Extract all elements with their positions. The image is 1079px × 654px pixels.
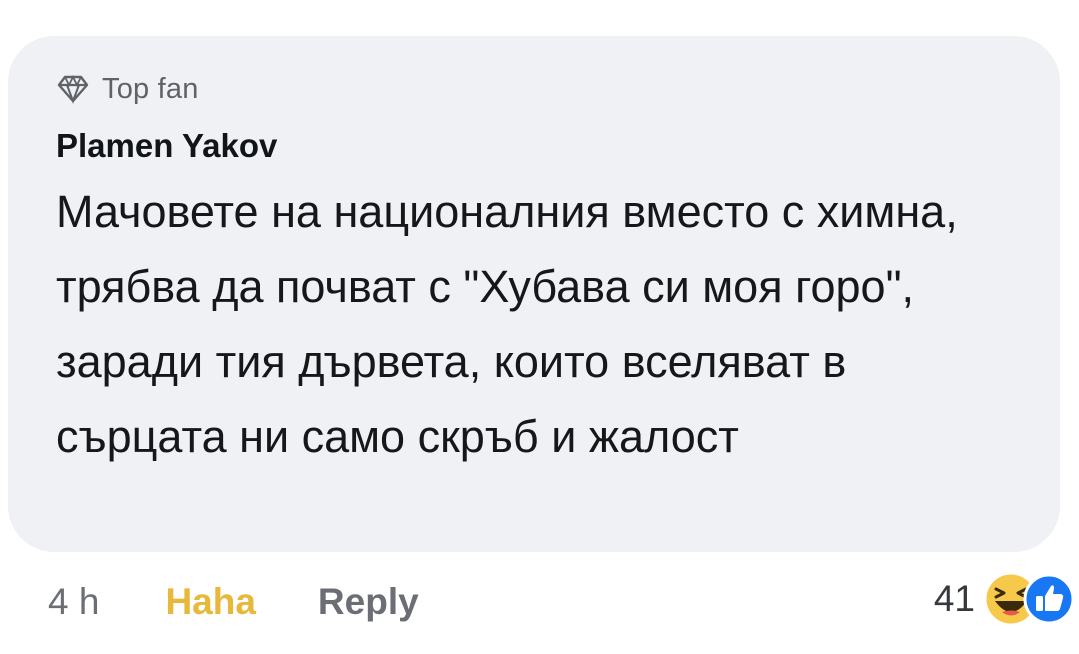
comment-actions: 4 h Haha Reply <box>48 574 419 630</box>
like-thumb-icon <box>1023 571 1075 627</box>
badge-label: Top fan <box>102 72 199 105</box>
reply-button[interactable]: Reply <box>318 581 419 623</box>
comment-text: Мачовете на националния вместо с химна, … <box>56 186 958 462</box>
top-fan-badge[interactable]: Top fan <box>56 72 1020 106</box>
comment-page: Top fan Plamen Yakov Мачовете на национа… <box>0 0 1079 654</box>
haha-reaction-button[interactable]: Haha <box>165 581 255 623</box>
reaction-summary[interactable]: 41 <box>934 566 1075 632</box>
author-name[interactable]: Plamen Yakov <box>56 126 1020 166</box>
comment-timestamp[interactable]: 4 h <box>48 581 99 623</box>
diamond-icon <box>56 74 90 104</box>
comment-bubble: Top fan Plamen Yakov Мачовете на национа… <box>8 36 1060 552</box>
reaction-count: 41 <box>933 578 975 619</box>
